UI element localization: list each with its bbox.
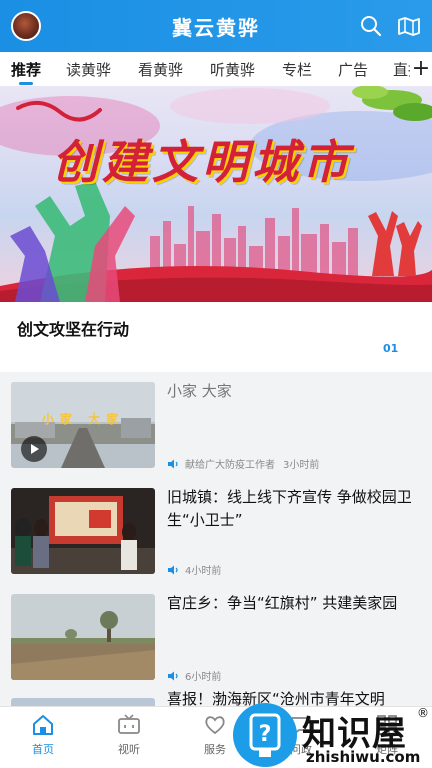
banner-image-text: 创建文明城市 [52, 135, 352, 189]
news-item[interactable]: 喜报！渤海新区“沧州市青年文明 [0, 690, 432, 706]
tv-icon [118, 714, 140, 734]
thumbnail-field-scene [11, 594, 155, 680]
watermark-registered: ® [417, 706, 429, 720]
nav-media[interactable]: 视听 [86, 707, 172, 768]
news-meta: 献给广大防疫工作者 3小时前 [167, 456, 319, 471]
news-time: 3小时前 [283, 460, 320, 471]
tab-read[interactable]: 读黄骅 [66, 59, 111, 80]
tab-column[interactable]: 专栏 [282, 59, 312, 80]
news-thumbnail: 小家 大家 [11, 382, 155, 468]
news-thumbnail [11, 594, 155, 680]
thumbnail-caption: 小家 大家 [41, 412, 125, 426]
thumbnail-school-scene [11, 488, 155, 574]
watermark-url: zhishiwu.com [306, 748, 421, 766]
news-thumbnail [11, 488, 155, 574]
banner-pager: 01 [383, 342, 399, 355]
news-item[interactable]: 旧城镇：线上线下齐宣传 争做校园卫生“小卫士” 4小时前 [0, 478, 432, 578]
svg-text:?: ? [259, 722, 272, 747]
banner-artwork [0, 86, 432, 302]
search-icon[interactable] [359, 14, 383, 38]
news-thumbnail [11, 698, 155, 706]
tab-recommend[interactable]: 推荐 [11, 59, 41, 80]
add-tab-button[interactable]: + [410, 55, 432, 83]
news-time: 6小时前 [185, 672, 222, 683]
nav-home-label: 首页 [32, 743, 54, 756]
banner-carousel[interactable]: 创建文明城市 [0, 86, 432, 302]
watermark-logo: ? [233, 703, 297, 767]
nav-home[interactable]: 首页 [0, 707, 86, 768]
news-time: 4小时前 [185, 566, 222, 577]
category-tabs: 推荐 读黄骅 看黄骅 听黄骅 专栏 广告 直播 + [0, 52, 432, 86]
news-meta: 4小时前 [167, 562, 221, 577]
news-item[interactable]: 小家 大家 小家 大家 献给广大防疫工作者 3小时前 [0, 372, 432, 472]
question-mark-icon: ? [249, 713, 281, 757]
banner-caption-title: 创文攻坚在行动 [17, 320, 130, 339]
top-header: 冀云黄骅 [0, 0, 432, 52]
speaker-icon[interactable] [167, 565, 179, 575]
news-meta: 6小时前 [167, 668, 221, 683]
home-icon [33, 715, 53, 735]
speaker-icon[interactable] [167, 671, 179, 681]
news-title: 官庄乡：争当“红旗村” 共建美家园 [167, 594, 398, 612]
news-item[interactable]: 官庄乡：争当“红旗村” 共建美家园 6小时前 [0, 584, 432, 684]
play-icon[interactable] [21, 436, 47, 462]
banner-caption[interactable]: 创文攻坚在行动 01 [0, 302, 432, 372]
map-icon[interactable] [397, 14, 421, 38]
active-tab-indicator [19, 82, 33, 85]
news-title: 小家 大家 [167, 382, 232, 400]
tab-listen[interactable]: 听黄骅 [210, 59, 255, 80]
news-source: 献给广大防疫工作者 [185, 460, 275, 471]
news-title: 旧城镇：线上线下齐宣传 争做校园卫生“小卫士” [167, 488, 412, 529]
tab-watch[interactable]: 看黄骅 [138, 59, 183, 80]
tab-ads[interactable]: 广告 [338, 59, 368, 80]
heart-icon [205, 716, 225, 735]
speaker-icon[interactable] [167, 459, 179, 469]
nav-media-label: 视听 [118, 743, 140, 756]
